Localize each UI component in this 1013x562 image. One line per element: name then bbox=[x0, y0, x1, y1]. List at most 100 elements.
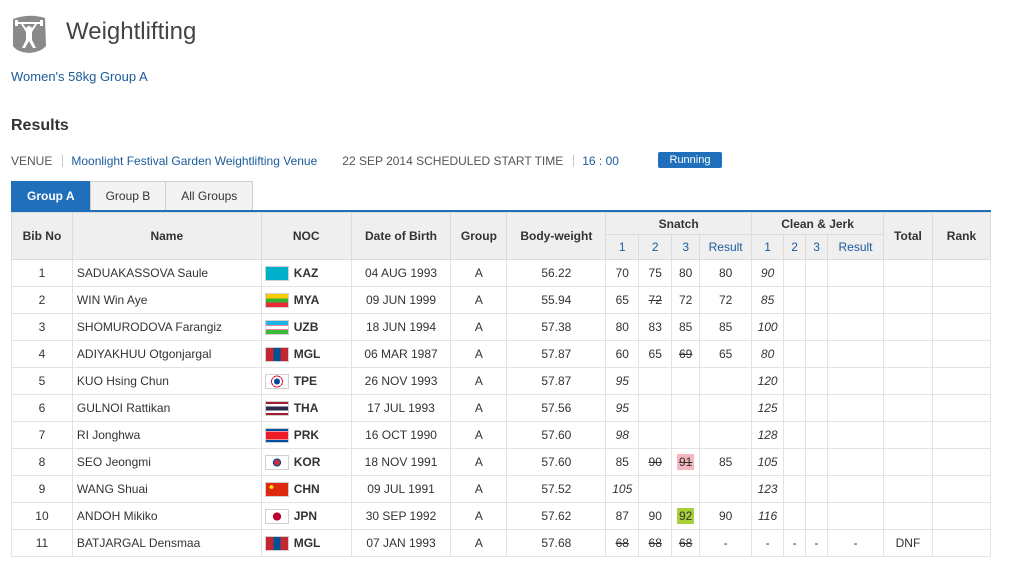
col-name: Name bbox=[71, 212, 262, 260]
cj-1-cell: 105 bbox=[751, 448, 785, 476]
rank-cell bbox=[931, 421, 992, 449]
name-cell: SHOMURODOVA Farangiz bbox=[71, 313, 262, 341]
dob-cell: 06 MAR 1987 bbox=[350, 340, 452, 368]
dob-cell: 07 JAN 1993 bbox=[350, 529, 452, 557]
col-bodyweight: Body-weight bbox=[506, 212, 607, 260]
snatch-result-cell bbox=[699, 367, 753, 395]
bodyweight-cell: 57.52 bbox=[506, 475, 607, 503]
snatch-3-cell: 91 bbox=[671, 448, 701, 476]
col-clean-jerk: Clean & Jerk bbox=[751, 212, 884, 235]
noc-code: THA bbox=[293, 401, 319, 416]
tab-group-b[interactable]: Group B bbox=[89, 181, 167, 210]
name-cell: ANDOH Mikiko bbox=[71, 502, 262, 530]
cj-2-cell bbox=[783, 313, 807, 341]
snatch-1-cell: 98 bbox=[605, 421, 640, 449]
tpe-flag-icon bbox=[264, 373, 289, 389]
cj-1-cell: 85 bbox=[751, 286, 785, 314]
mgl-flag-icon bbox=[264, 346, 289, 362]
cj-3-cell bbox=[805, 367, 829, 395]
cj-result-cell bbox=[827, 394, 884, 422]
rank-cell bbox=[931, 259, 992, 287]
snatch-1-cell: 60 bbox=[605, 340, 640, 368]
snatch-1-cell: 70 bbox=[605, 259, 640, 287]
schedule-label: 22 SEP 2014 SCHEDULED START TIME bbox=[342, 154, 564, 168]
snatch-3-cell: 69 bbox=[671, 340, 701, 368]
noc-code: TPE bbox=[293, 374, 318, 389]
venue-label: VENUE bbox=[11, 154, 53, 168]
bib-cell: 7 bbox=[11, 421, 73, 449]
name-cell: SADUAKASSOVA Saule bbox=[71, 259, 262, 287]
bodyweight-cell: 57.60 bbox=[506, 448, 607, 476]
group-tabs: Group A Group B All Groups bbox=[11, 181, 254, 210]
rank-cell bbox=[931, 313, 992, 341]
bib-cell: 9 bbox=[11, 475, 73, 503]
total-cell bbox=[882, 259, 933, 287]
total-cell bbox=[882, 340, 933, 368]
uzb-flag-icon bbox=[264, 319, 289, 335]
cj-3-cell bbox=[805, 448, 829, 476]
noc-code: KOR bbox=[293, 455, 321, 470]
cj-2-cell bbox=[783, 475, 807, 503]
snatch-result-cell: 65 bbox=[699, 340, 753, 368]
weightlifting-logo-icon bbox=[13, 15, 46, 53]
name-cell: GULNOI Rattikan bbox=[71, 394, 262, 422]
noc-cell: KAZ bbox=[260, 259, 352, 287]
cj-2-cell bbox=[783, 259, 807, 287]
app-title: Weightlifting bbox=[66, 18, 197, 45]
cj-1-cell: 125 bbox=[751, 394, 785, 422]
bodyweight-cell: 57.87 bbox=[506, 340, 607, 368]
snatch-3-cell: 80 bbox=[671, 259, 701, 287]
cj-result-cell bbox=[827, 259, 884, 287]
noc-code: MGL bbox=[293, 536, 321, 551]
name-cell: ADIYAKHUU Otgonjargal bbox=[71, 340, 262, 368]
name-cell: SEO Jeongmi bbox=[71, 448, 262, 476]
dob-cell: 04 AUG 1993 bbox=[350, 259, 452, 287]
cj-1-cell: 120 bbox=[751, 367, 785, 395]
total-cell bbox=[882, 502, 933, 530]
event-link[interactable]: Women's 58kg Group A bbox=[11, 69, 148, 84]
name-cell: KUO Hsing Chun bbox=[71, 367, 262, 395]
cj-1-cell: 90 bbox=[751, 259, 785, 287]
table-row: 1 SADUAKASSOVA Saule KAZ 04 AUG 1993 A 5… bbox=[11, 259, 992, 287]
col-noc: NOC bbox=[260, 212, 352, 260]
col-snatch-1: 1 bbox=[605, 234, 640, 260]
total-cell bbox=[882, 421, 933, 449]
tab-group-a[interactable]: Group A bbox=[11, 181, 91, 210]
snatch-2-cell: 75 bbox=[638, 259, 673, 287]
cj-2-cell bbox=[783, 367, 807, 395]
bib-cell: 6 bbox=[11, 394, 73, 422]
group-cell: A bbox=[450, 421, 508, 449]
snatch-1-cell: 68 bbox=[605, 529, 640, 557]
snatch-3-cell: 85 bbox=[671, 313, 701, 341]
col-cj-1: 1 bbox=[751, 234, 785, 260]
cj-1-cell: 100 bbox=[751, 313, 785, 341]
venue-info: VENUE Moonlight Festival Garden Weightli… bbox=[11, 154, 619, 168]
snatch-result-cell: 85 bbox=[699, 313, 753, 341]
noc-code: KAZ bbox=[293, 266, 319, 281]
cj-1-cell: 128 bbox=[751, 421, 785, 449]
snatch-1-cell: 87 bbox=[605, 502, 640, 530]
snatch-3-cell: 68 bbox=[671, 529, 701, 557]
snatch-3-cell bbox=[671, 394, 701, 422]
name-cell: RI Jonghwa bbox=[71, 421, 262, 449]
total-cell: DNF bbox=[882, 529, 933, 557]
snatch-2-cell: 68 bbox=[638, 529, 673, 557]
bodyweight-cell: 57.56 bbox=[506, 394, 607, 422]
cj-2-cell bbox=[783, 448, 807, 476]
snatch-3-cell: 92 bbox=[671, 502, 701, 530]
bib-cell: 2 bbox=[11, 286, 73, 314]
col-snatch-2: 2 bbox=[638, 234, 673, 260]
failed-attempt-highlight: 91 bbox=[676, 454, 695, 470]
cj-3-cell bbox=[805, 475, 829, 503]
good-lift-highlight: 92 bbox=[676, 508, 695, 524]
bodyweight-cell: 57.68 bbox=[506, 529, 607, 557]
bodyweight-cell: 57.62 bbox=[506, 502, 607, 530]
rank-cell bbox=[931, 502, 992, 530]
bib-cell: 4 bbox=[11, 340, 73, 368]
cj-3-cell bbox=[805, 394, 829, 422]
name-cell: WANG Shuai bbox=[71, 475, 262, 503]
noc-cell: UZB bbox=[260, 313, 352, 341]
table-row: 8 SEO Jeongmi KOR 18 NOV 1991 A 57.60 85… bbox=[11, 448, 992, 476]
tab-all-groups[interactable]: All Groups bbox=[165, 181, 254, 210]
cj-3-cell bbox=[805, 286, 829, 314]
